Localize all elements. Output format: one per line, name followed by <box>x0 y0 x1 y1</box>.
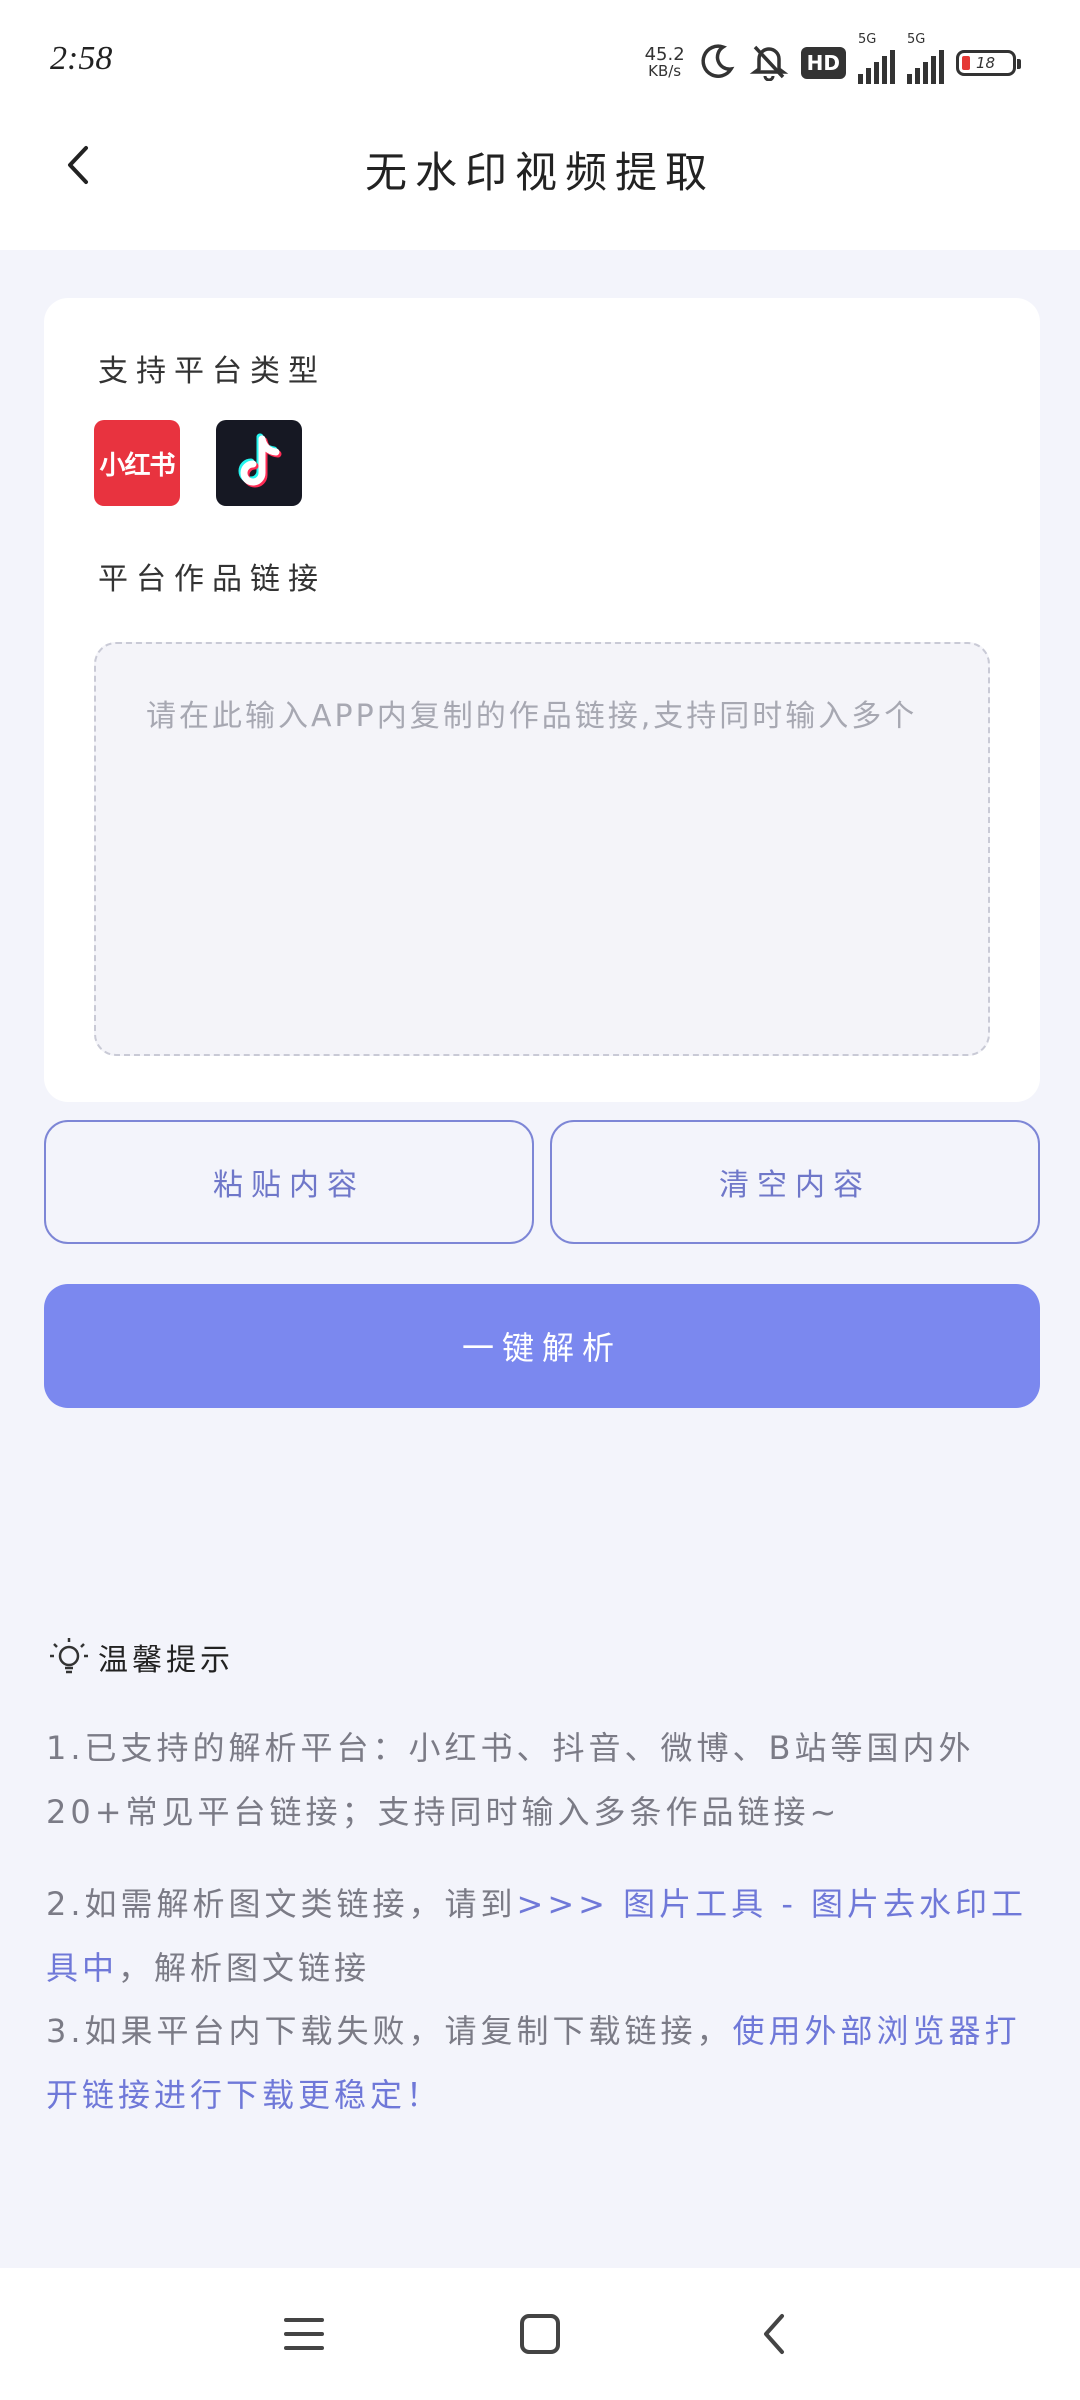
battery-level: 18 <box>976 54 996 72</box>
tips-header: 温馨提示 <box>46 1634 234 1680</box>
link-input[interactable] <box>94 642 990 1056</box>
battery-fill <box>962 56 970 70</box>
signal-icon-2: 5G <box>907 32 944 84</box>
signal-label-2: 5G <box>907 32 926 47</box>
nav-menu-button[interactable] <box>266 2296 342 2372</box>
tiktok-logo <box>216 420 302 506</box>
tip-3-prefix: 3.如果平台内下载失败，请复制下载链接， <box>46 2012 733 2050</box>
battery-icon: 18 <box>956 50 1021 76</box>
square-home-icon <box>520 2314 560 2354</box>
page-title: 无水印视频提取 <box>364 148 715 197</box>
parse-button[interactable]: 一键解析 <box>44 1284 1040 1408</box>
tips-title: 温馨提示 <box>98 1643 234 1678</box>
tip-2-suffix: ，解析图文链接 <box>118 1949 371 1987</box>
net-speed: 45.2 KB/s <box>644 44 685 80</box>
net-speed-unit: KB/s <box>648 62 682 80</box>
menu-icon <box>284 2318 324 2350</box>
net-speed-value: 45.2 <box>644 44 685 65</box>
paste-button[interactable]: 粘贴内容 <box>44 1120 534 1244</box>
tip-2-prefix: 2.如需解析图文类链接，请到 <box>46 1885 517 1923</box>
xiaohongshu-logo-text: 小红书 <box>99 450 175 481</box>
link-section-label: 平台作品链接 <box>98 562 326 597</box>
status-bar: 2:58 45.2 KB/s HD 5G 5G 18 <box>0 0 1080 125</box>
nav-home-button[interactable] <box>502 2296 578 2372</box>
tip-2: 2.如需解析图文类链接，请到>>> 图片工具 - 图片去水印工具中，解析图文链接 <box>46 1872 1036 2000</box>
status-icons: 45.2 KB/s HD 5G 5G 18 <box>644 32 1021 88</box>
xiaohongshu-logo: 小红书 <box>94 420 180 506</box>
clear-button[interactable]: 清空内容 <box>550 1120 1040 1244</box>
platform-list: 小红书 <box>94 420 302 506</box>
chevron-left-icon <box>764 2314 784 2354</box>
nav-back-button[interactable] <box>736 2296 812 2372</box>
input-card: 支持平台类型 小红书 平台作品链接 <box>44 298 1040 1102</box>
tip-1: 1.已支持的解析平台：小红书、抖音、微博、B站等国内外20+常见平台链接；支持同… <box>46 1729 975 1831</box>
bell-off-icon <box>749 41 789 85</box>
moon-icon <box>697 41 737 85</box>
hd-badge: HD <box>800 47 846 79</box>
status-time: 2:58 <box>50 40 113 77</box>
signal-label: 5G <box>858 32 877 47</box>
lightbulb-icon <box>50 1638 88 1674</box>
page-header: 无水印视频提取 <box>0 125 1080 250</box>
signal-icon: 5G <box>858 32 895 84</box>
platform-section-label: 支持平台类型 <box>98 354 326 389</box>
system-nav-bar <box>0 2268 1080 2400</box>
tip-3: 3.如果平台内下载失败，请复制下载链接，使用外部浏览器打开链接进行下载更稳定！ <box>46 1999 1036 2127</box>
